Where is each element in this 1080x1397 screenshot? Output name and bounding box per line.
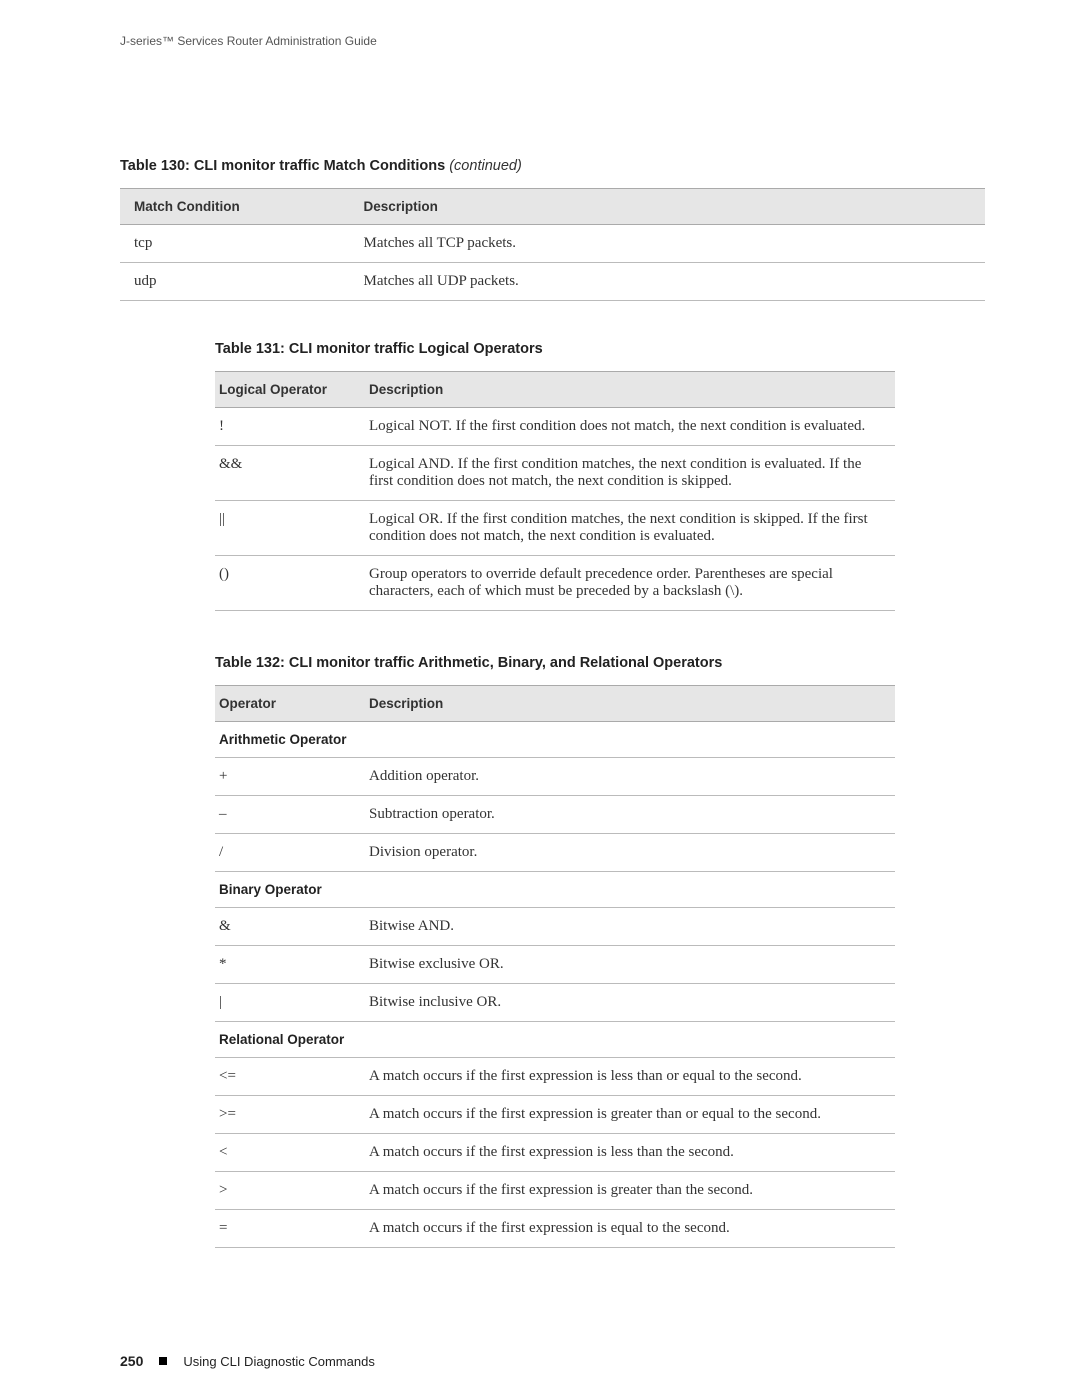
- table-section-title: Relational Operator: [215, 1022, 895, 1058]
- table130: Match Condition Description tcp Matches …: [120, 188, 985, 301]
- table132-header-row: Operator Description: [215, 686, 895, 722]
- table-cell: &: [215, 908, 359, 946]
- table130-caption: Table 130: CLI monitor traffic Match Con…: [120, 158, 985, 174]
- table130-h1: Description: [354, 189, 985, 225]
- table-cell: Matches all UDP packets.: [354, 263, 985, 301]
- square-bullet-icon: [159, 1357, 167, 1365]
- table132-section-relational: Relational Operator: [215, 1022, 895, 1058]
- table-cell: Division operator.: [359, 834, 895, 872]
- table-cell: Group operators to override default prec…: [359, 556, 895, 611]
- table-row: || Logical OR. If the first condition ma…: [215, 501, 895, 556]
- table132-caption-strong: Table 132: CLI monitor traffic Arithmeti…: [215, 655, 722, 671]
- table-row: = A match occurs if the first expression…: [215, 1210, 895, 1248]
- table-cell: <: [215, 1134, 359, 1172]
- table132-caption: Table 132: CLI monitor traffic Arithmeti…: [215, 655, 895, 671]
- page-number: 250: [120, 1353, 143, 1369]
- table-cell: +: [215, 758, 359, 796]
- table-cell: A match occurs if the first expression i…: [359, 1096, 895, 1134]
- table-cell: ||: [215, 501, 359, 556]
- table-row: <= A match occurs if the first expressio…: [215, 1058, 895, 1096]
- page-footer: 250 Using CLI Diagnostic Commands: [120, 1353, 375, 1369]
- table131-h0: Logical Operator: [215, 372, 359, 408]
- table-cell: |: [215, 984, 359, 1022]
- table-section-title: Binary Operator: [215, 872, 895, 908]
- table-cell: Bitwise AND.: [359, 908, 895, 946]
- table-section-title: Arithmetic Operator: [215, 722, 895, 758]
- table131-wrap: Table 131: CLI monitor traffic Logical O…: [215, 341, 895, 611]
- table-cell: Subtraction operator.: [359, 796, 895, 834]
- table-cell: Logical NOT. If the first condition does…: [359, 408, 895, 446]
- table-row: && Logical AND. If the first condition m…: [215, 446, 895, 501]
- table131-h1: Description: [359, 372, 895, 408]
- table-cell: udp: [120, 263, 354, 301]
- table-cell: Bitwise inclusive OR.: [359, 984, 895, 1022]
- table-cell: =: [215, 1210, 359, 1248]
- table-cell: –: [215, 796, 359, 834]
- table130-caption-strong: Table 130: CLI monitor traffic Match Con…: [120, 158, 445, 174]
- table-cell: /: [215, 834, 359, 872]
- table-cell: A match occurs if the first expression i…: [359, 1210, 895, 1248]
- table132-section-arithmetic: Arithmetic Operator: [215, 722, 895, 758]
- table-cell: Addition operator.: [359, 758, 895, 796]
- table-row: ! Logical NOT. If the first condition do…: [215, 408, 895, 446]
- table-cell: Logical AND. If the first condition matc…: [359, 446, 895, 501]
- table-row: + Addition operator.: [215, 758, 895, 796]
- table-cell: A match occurs if the first expression i…: [359, 1172, 895, 1210]
- table130-caption-em: (continued): [445, 158, 522, 174]
- table-row: > A match occurs if the first expression…: [215, 1172, 895, 1210]
- table131-header-row: Logical Operator Description: [215, 372, 895, 408]
- table-cell: Matches all TCP packets.: [354, 225, 985, 263]
- table-cell: tcp: [120, 225, 354, 263]
- table130-header-row: Match Condition Description: [120, 189, 985, 225]
- table-cell: !: [215, 408, 359, 446]
- table-row: – Subtraction operator.: [215, 796, 895, 834]
- table-row: / Division operator.: [215, 834, 895, 872]
- table131: Logical Operator Description ! Logical N…: [215, 371, 895, 611]
- table-cell: &&: [215, 446, 359, 501]
- table-cell: >=: [215, 1096, 359, 1134]
- table-row: * Bitwise exclusive OR.: [215, 946, 895, 984]
- table132: Operator Description Arithmetic Operator…: [215, 685, 895, 1248]
- table-row: udp Matches all UDP packets.: [120, 263, 985, 301]
- table132-h0: Operator: [215, 686, 359, 722]
- footer-text: Using CLI Diagnostic Commands: [183, 1354, 374, 1369]
- table-cell: *: [215, 946, 359, 984]
- table-row: tcp Matches all TCP packets.: [120, 225, 985, 263]
- running-head: J-series™ Services Router Administration…: [120, 34, 985, 48]
- table132-section-binary: Binary Operator: [215, 872, 895, 908]
- table132-wrap: Table 132: CLI monitor traffic Arithmeti…: [215, 655, 895, 1248]
- table-cell: A match occurs if the first expression i…: [359, 1058, 895, 1096]
- table131-caption-strong: Table 131: CLI monitor traffic Logical O…: [215, 341, 543, 357]
- table130-h0: Match Condition: [120, 189, 354, 225]
- table-cell: <=: [215, 1058, 359, 1096]
- table-row: & Bitwise AND.: [215, 908, 895, 946]
- table-cell: A match occurs if the first expression i…: [359, 1134, 895, 1172]
- table-cell: Bitwise exclusive OR.: [359, 946, 895, 984]
- table-row: | Bitwise inclusive OR.: [215, 984, 895, 1022]
- table-cell: >: [215, 1172, 359, 1210]
- table131-caption: Table 131: CLI monitor traffic Logical O…: [215, 341, 895, 357]
- table-cell: Logical OR. If the first condition match…: [359, 501, 895, 556]
- table132-h1: Description: [359, 686, 895, 722]
- table-row: < A match occurs if the first expression…: [215, 1134, 895, 1172]
- table-row: () Group operators to override default p…: [215, 556, 895, 611]
- page: J-series™ Services Router Administration…: [0, 0, 1080, 1397]
- table-cell: (): [215, 556, 359, 611]
- table-row: >= A match occurs if the first expressio…: [215, 1096, 895, 1134]
